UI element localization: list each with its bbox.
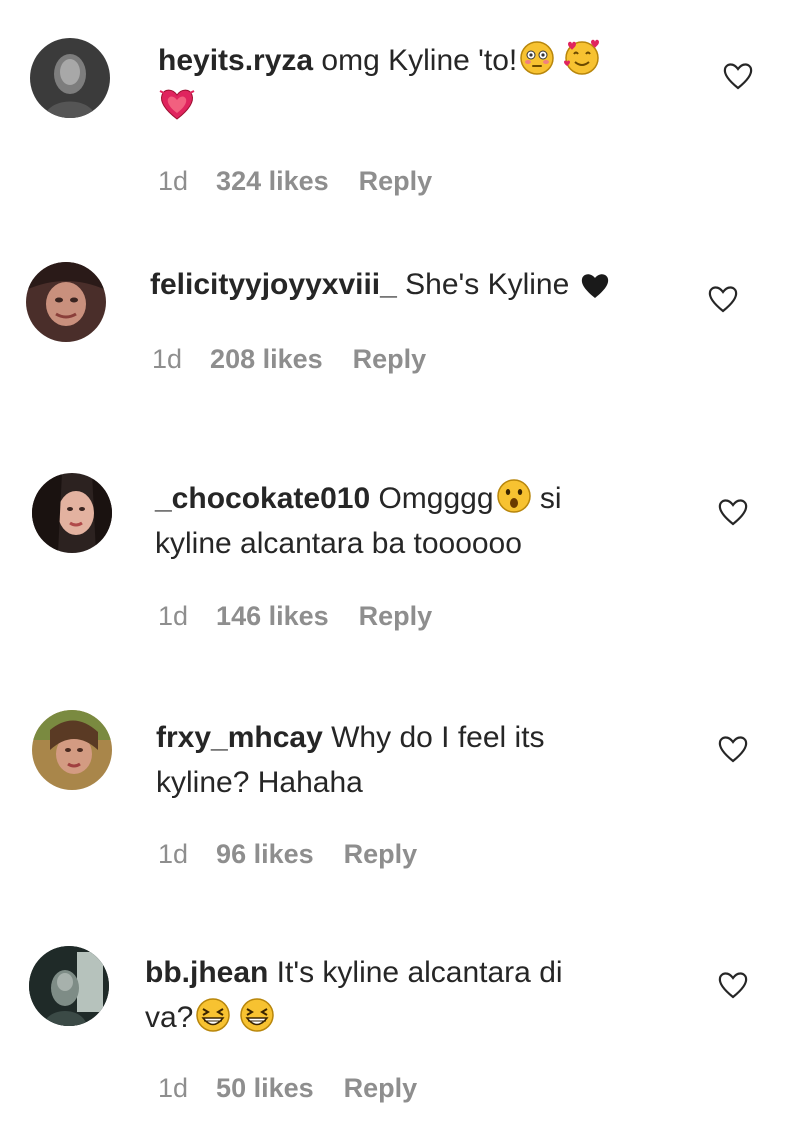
comment-meta: 1d 50 likes Reply [158, 1073, 417, 1104]
like-heart-icon[interactable] [717, 969, 749, 1001]
grinning-squinting-face-emoji [239, 997, 275, 1033]
flushed-face-emoji [519, 40, 555, 76]
comment-time: 1d [158, 1073, 189, 1103]
avatar[interactable] [26, 262, 106, 342]
comment-username[interactable]: bb.jhean [145, 956, 268, 989]
comment-body: omg Kyline 'to! [313, 44, 518, 77]
reply-button[interactable]: Reply [344, 839, 418, 870]
avatar[interactable] [32, 473, 112, 553]
comment-text: _chocokate010 Omgggg si kyline alcantara… [155, 476, 675, 566]
comment-text: felicityyjoyyxviii_ She's Kyline [150, 262, 670, 307]
comment-body-continued: si [531, 482, 562, 515]
comment-body: It's kyline alcantara di [268, 956, 563, 989]
like-heart-icon[interactable] [707, 283, 739, 315]
comment-time: 1d [158, 839, 189, 869]
like-heart-icon[interactable] [722, 60, 754, 92]
comment-likes[interactable]: 146 likes [216, 601, 329, 632]
comment-meta: 1d 96 likes Reply [158, 839, 417, 870]
grinning-squinting-face-emoji [195, 997, 231, 1033]
comment-body-line2: kyline alcantara ba toooooo [155, 527, 522, 560]
comment-username[interactable]: _chocokate010 [155, 482, 370, 515]
like-heart-icon[interactable] [717, 733, 749, 765]
comment-likes[interactable]: 96 likes [216, 839, 314, 870]
comment-text: heyits.ryza omg Kyline 'to! [158, 38, 658, 128]
black-heart-emoji [580, 272, 610, 300]
reply-button[interactable]: Reply [344, 1073, 418, 1104]
comment-body: She's Kyline [396, 268, 578, 301]
comment-text: frxy_mhcay Why do I feel its kyline? Hah… [156, 715, 676, 805]
avatar[interactable] [30, 38, 110, 118]
comment-body: Why do I feel its [322, 721, 545, 754]
reply-button[interactable]: Reply [359, 601, 433, 632]
comment-time: 1d [158, 166, 189, 196]
avatar[interactable] [32, 710, 112, 790]
growing-heart-emoji [158, 87, 196, 121]
comment-likes[interactable]: 208 likes [210, 344, 323, 375]
comment-meta: 1d 208 likes Reply [152, 344, 426, 375]
comment-body-line2: va? [145, 1001, 194, 1034]
comment-body-line2: kyline? Hahaha [156, 766, 363, 799]
comment-likes[interactable]: 324 likes [216, 166, 329, 197]
comment-username[interactable]: heyits.ryza [158, 44, 313, 77]
comment-text: bb.jhean It's kyline alcantara di va? [145, 950, 665, 1040]
comment-likes[interactable]: 50 likes [216, 1073, 314, 1104]
comment-username[interactable]: frxy_mhcay [156, 721, 323, 754]
reply-button[interactable]: Reply [359, 166, 433, 197]
comment-body: Omgggg [370, 482, 494, 515]
comment-time: 1d [152, 344, 183, 374]
smiling-face-hearts-emoji [563, 38, 601, 76]
astonished-face-emoji [496, 478, 532, 514]
comment-meta: 1d 324 likes Reply [158, 166, 432, 197]
comment-username[interactable]: felicityyjoyyxviii_ [150, 268, 397, 301]
avatar[interactable] [29, 946, 109, 1026]
comment-meta: 1d 146 likes Reply [158, 601, 432, 632]
like-heart-icon[interactable] [717, 496, 749, 528]
comment-time: 1d [158, 601, 189, 631]
reply-button[interactable]: Reply [353, 344, 427, 375]
